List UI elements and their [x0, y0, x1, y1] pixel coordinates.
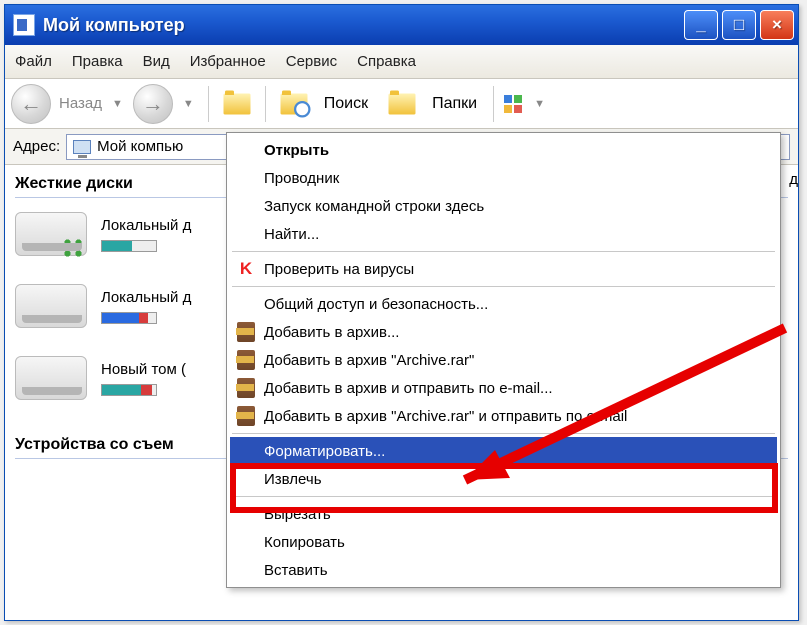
ctx-virus-scan[interactable]: K Проверить на вирусы: [230, 255, 777, 283]
ctx-eject[interactable]: Извлечь: [230, 465, 777, 493]
ctx-cmd-here[interactable]: Запуск командной строки здесь: [230, 192, 777, 220]
window-title: Мой компьютер: [43, 15, 185, 36]
winrar-icon: [236, 406, 256, 426]
toolbar: ← Назад ▼ → ▼ Поиск Папки ▼: [5, 79, 798, 129]
usage-bar: [101, 240, 157, 252]
menu-favorites[interactable]: Избранное: [190, 53, 266, 70]
drive-icon: [15, 284, 87, 328]
drive-label: Локальный д: [101, 217, 191, 234]
ctx-open[interactable]: Открыть: [230, 136, 777, 164]
separator: [232, 496, 775, 497]
separator: [232, 251, 775, 252]
menu-file[interactable]: Файл: [15, 53, 52, 70]
address-value: Мой компью: [97, 138, 183, 155]
ctx-copy[interactable]: Копировать: [230, 528, 777, 556]
ctx-find[interactable]: Найти...: [230, 220, 777, 248]
views-icon[interactable]: [504, 95, 524, 113]
ctx-rar-mail-named[interactable]: Добавить в архив "Archive.rar" и отправи…: [230, 402, 777, 430]
my-computer-icon: [73, 140, 91, 154]
context-menu: Открыть Проводник Запуск командной строк…: [226, 132, 781, 588]
search-icon[interactable]: [280, 93, 307, 114]
ctx-format[interactable]: Форматировать...: [230, 437, 777, 465]
drive-label: Локальный д: [101, 289, 191, 306]
separator: [232, 433, 775, 434]
winrar-icon: [236, 350, 256, 370]
close-button[interactable]: ×: [760, 10, 794, 40]
separator: [232, 286, 775, 287]
menu-help[interactable]: Справка: [357, 53, 416, 70]
minimize-button[interactable]: _: [684, 10, 718, 40]
back-button[interactable]: ←: [11, 84, 51, 124]
folders-label[interactable]: Папки: [432, 95, 477, 113]
forward-button[interactable]: →: [133, 84, 173, 124]
maximize-button[interactable]: □: [722, 10, 756, 40]
title-bar: Мой компьютер _ □ ×: [5, 5, 798, 45]
ctx-explorer[interactable]: Проводник: [230, 164, 777, 192]
my-computer-icon: [13, 14, 35, 36]
forward-dropdown-icon[interactable]: ▼: [183, 98, 194, 110]
usage-bar: [101, 384, 157, 396]
address-label: Адрес:: [13, 138, 60, 155]
up-folder-icon[interactable]: [223, 93, 250, 114]
ctx-rar-add[interactable]: Добавить в архив...: [230, 318, 777, 346]
back-label: Назад: [59, 95, 102, 112]
menu-bar: Файл Правка Вид Избранное Сервис Справка: [5, 45, 798, 79]
drive-icon: [15, 356, 87, 400]
ctx-rar-mail[interactable]: Добавить в архив и отправить по e-mail..…: [230, 374, 777, 402]
drive-label: Новый том (: [101, 361, 186, 378]
winrar-icon: [236, 322, 256, 342]
ctx-paste[interactable]: Вставить: [230, 556, 777, 584]
winrar-icon: [236, 378, 256, 398]
views-dropdown-icon[interactable]: ▼: [534, 98, 545, 110]
back-dropdown-icon[interactable]: ▼: [112, 98, 123, 110]
window-controls: _ □ ×: [684, 10, 794, 40]
drive-icon: [15, 212, 87, 256]
ctx-sharing[interactable]: Общий доступ и безопасность...: [230, 290, 777, 318]
separator: [493, 86, 494, 122]
separator: [265, 86, 266, 122]
ctx-rar-add-named[interactable]: Добавить в архив "Archive.rar": [230, 346, 777, 374]
menu-edit[interactable]: Правка: [72, 53, 123, 70]
search-label[interactable]: Поиск: [324, 95, 368, 113]
menu-tools[interactable]: Сервис: [286, 53, 337, 70]
usage-bar: [101, 312, 157, 324]
kaspersky-icon: K: [236, 259, 256, 279]
ctx-cut[interactable]: Вырезать: [230, 500, 777, 528]
menu-view[interactable]: Вид: [143, 53, 170, 70]
separator: [208, 86, 209, 122]
folders-icon[interactable]: [389, 93, 416, 114]
